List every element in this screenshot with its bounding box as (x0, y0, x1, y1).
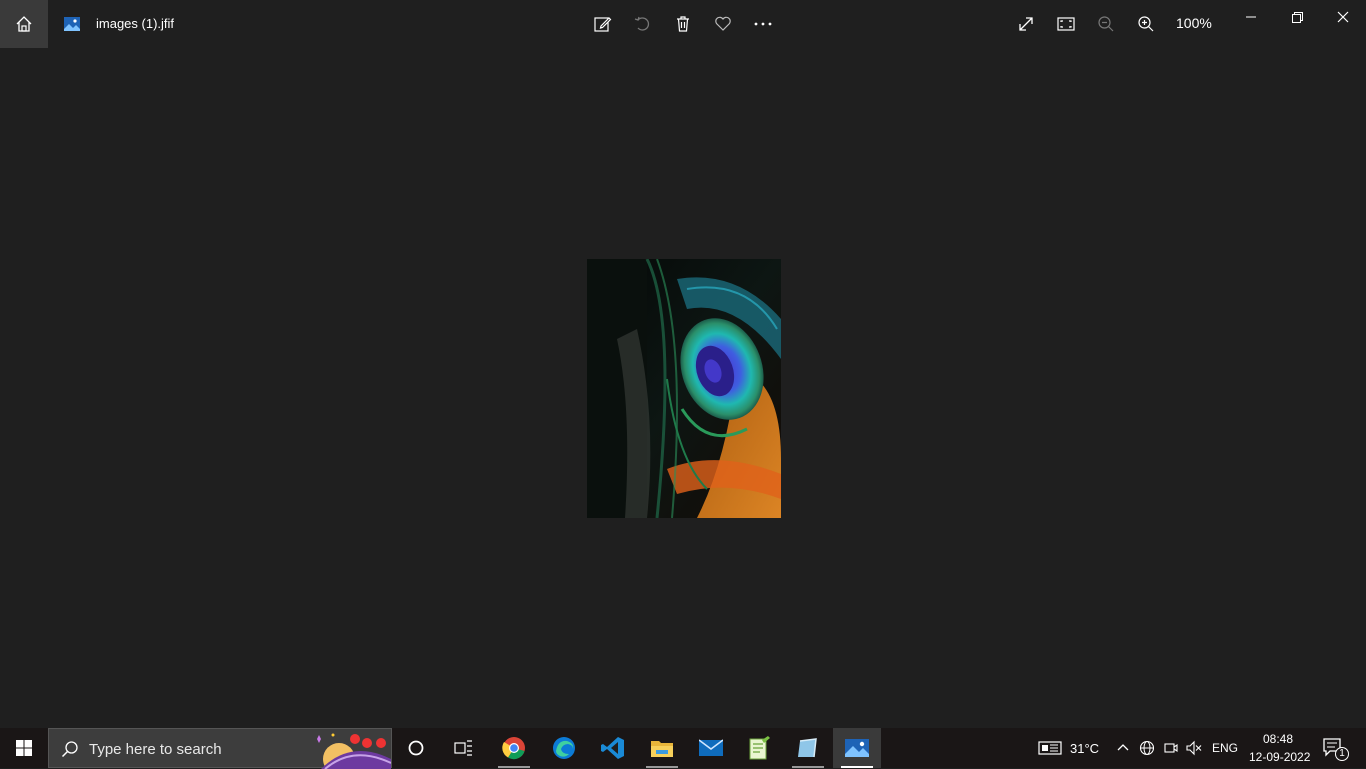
photos-icon (845, 739, 869, 757)
zoom-out-button[interactable] (1094, 12, 1118, 36)
taskbar-vscode[interactable] (589, 728, 637, 768)
meet-now-icon[interactable] (1162, 740, 1180, 756)
windows-logo-icon (16, 740, 32, 756)
zoom-level[interactable]: 100% (1176, 15, 1212, 31)
notification-count: 1 (1335, 747, 1349, 761)
cortana-icon (408, 740, 424, 756)
restore-button[interactable] (1274, 4, 1320, 30)
rotate-icon (634, 16, 650, 31)
taskbar-mail[interactable] (687, 728, 735, 768)
home-button[interactable] (0, 0, 48, 48)
edge-icon (553, 737, 575, 759)
close-button[interactable] (1320, 4, 1366, 30)
weather-temperature[interactable]: 31°C (1070, 741, 1099, 756)
restore-icon (1291, 11, 1303, 23)
photos-app-icon (64, 17, 80, 31)
task-view-icon (454, 740, 472, 756)
folder-icon (651, 741, 673, 757)
clock-date[interactable]: 12-09-2022 (1249, 750, 1310, 764)
fullscreen-icon (1019, 17, 1033, 31)
zoom-out-icon (1098, 16, 1114, 32)
zoom-in-icon (1138, 16, 1154, 32)
language-indicator[interactable]: ENG (1212, 741, 1238, 755)
delete-icon (677, 16, 689, 32)
network-globe-icon[interactable] (1138, 740, 1156, 756)
delete-button[interactable] (671, 12, 695, 36)
taskbar-task-view[interactable] (440, 728, 488, 768)
volume-muted-icon[interactable] (1185, 740, 1203, 756)
clock-time[interactable]: 08:48 (1263, 732, 1293, 746)
chrome-icon (502, 737, 525, 760)
search-icon (61, 741, 78, 758)
notepad-plus-icon (749, 736, 770, 760)
zoom-in-button[interactable] (1134, 12, 1158, 36)
taskbar-chrome[interactable] (490, 728, 538, 768)
title-bar: images (1).jfif 100% (0, 0, 1366, 48)
taskbar-search-box[interactable]: Type here to search (48, 728, 392, 769)
minimize-button[interactable] (1228, 4, 1274, 30)
mail-icon (699, 739, 723, 756)
app-generic-icon (798, 738, 817, 758)
minimize-icon (1246, 16, 1256, 18)
peacock-feather-image (587, 259, 781, 518)
home-icon (16, 16, 32, 32)
taskbar-notepad-plus[interactable] (735, 728, 783, 768)
fit-button[interactable] (1054, 12, 1078, 36)
vscode-icon (601, 737, 624, 759)
edit-icon (594, 17, 612, 32)
action-center-button[interactable]: 1 (1322, 736, 1350, 762)
fit-icon (1057, 17, 1075, 31)
more-icon (754, 22, 772, 26)
edit-button[interactable] (591, 12, 615, 36)
taskbar-app[interactable] (784, 728, 832, 768)
rotate-button[interactable] (631, 12, 655, 36)
start-button[interactable] (0, 728, 48, 768)
search-highlight-illustration (311, 729, 391, 769)
window-title: images (1).jfif (96, 16, 175, 31)
taskbar-file-explorer[interactable] (638, 728, 686, 768)
search-placeholder: Type here to search (89, 741, 222, 758)
news-weather-icon[interactable] (1038, 740, 1062, 756)
close-icon (1337, 11, 1349, 23)
favorite-button[interactable] (711, 12, 735, 36)
taskbar-edge[interactable] (540, 728, 588, 768)
fullscreen-button[interactable] (1014, 12, 1038, 36)
taskbar: Type here to search 31°C ENG 08:48 12-09… (0, 728, 1366, 769)
favorite-icon (715, 16, 731, 31)
taskbar-photos[interactable] (833, 728, 881, 768)
more-button[interactable] (751, 12, 775, 36)
taskbar-cortana[interactable] (392, 728, 440, 768)
chevron-up-icon[interactable] (1114, 740, 1132, 756)
